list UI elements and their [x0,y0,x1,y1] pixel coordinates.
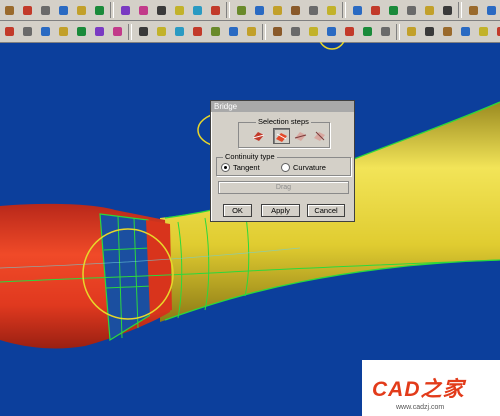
tangent-radio[interactable]: Tangent [221,163,260,172]
toolbar-tool-icon[interactable] [154,25,168,39]
toolbar-tool-icon[interactable] [270,25,284,39]
toolbar-tool-icon[interactable] [74,25,88,39]
toolbar-tool-icon[interactable] [440,25,454,39]
toolbar-tool-icon[interactable] [118,3,132,17]
toolbar-tool-icon[interactable] [440,3,454,17]
step-2-icon[interactable] [273,128,290,144]
second-toolbar [0,21,500,43]
highlight-circle-toolbar [319,42,345,50]
toolbar-tool-icon[interactable] [306,25,320,39]
toolbar-tool-icon[interactable] [422,3,436,17]
curvature-radio[interactable]: Curvature [281,163,326,172]
drag-button[interactable]: Drag [218,181,349,194]
toolbar-tool-icon[interactable] [270,3,284,17]
toolbar-tool-icon[interactable] [404,25,418,39]
toolbar-tool-icon[interactable] [208,25,222,39]
toolbar-tool-icon[interactable] [38,3,52,17]
toolbar-separator [110,2,114,18]
curvature-radio-dot[interactable] [281,163,290,172]
toolbar-tool-icon[interactable] [234,3,248,17]
toolbar-tool-icon[interactable] [244,25,258,39]
toolbar-separator [458,2,462,18]
toolbar-tool-icon[interactable] [56,25,70,39]
toolbar-tool-icon[interactable] [20,3,34,17]
toolbar-tool-icon[interactable] [136,3,150,17]
toolbar-tool-icon[interactable] [190,25,204,39]
toolbar-tool-icon[interactable] [404,3,418,17]
toolbar-tool-icon[interactable] [2,3,16,17]
bridge-dialog: Bridge Selection steps Continuity type T… [210,100,355,222]
selection-steps-group: Selection steps [238,117,330,148]
toolbar-tool-icon[interactable] [324,3,338,17]
toolbar-tool-icon[interactable] [136,25,150,39]
dialog-title: Bridge [211,101,354,112]
toolbar-tool-icon[interactable] [252,3,266,17]
toolbar-tool-icon[interactable] [190,3,204,17]
toolbar-tool-icon[interactable] [92,3,106,17]
toolbar-tool-icon[interactable] [368,3,382,17]
toolbar-tool-icon[interactable] [476,25,490,39]
toolbar-tool-icon[interactable] [20,25,34,39]
toolbar-tool-icon[interactable] [288,3,302,17]
toolbar-separator [396,23,400,40]
curvature-label: Curvature [293,163,326,172]
toolbar-tool-icon[interactable] [154,3,168,17]
toolbar-tool-icon[interactable] [74,3,88,17]
continuity-type-group: Continuity type Tangent Curvature [216,152,351,176]
cancel-button[interactable]: Cancel [307,204,345,217]
watermark: CAD之家 www.cadzj.com [362,360,500,416]
toolbar-separator [226,2,230,18]
tangent-radio-dot[interactable] [221,163,230,172]
toolbar-tool-icon[interactable] [208,3,222,17]
tangent-label: Tangent [233,163,260,172]
toolbar-tool-icon[interactable] [350,3,364,17]
top-toolbar [0,0,500,21]
toolbar-tool-icon[interactable] [458,25,472,39]
toolbar-tool-icon[interactable] [342,25,356,39]
step-1-icon[interactable] [251,128,266,142]
toolbar-tool-icon[interactable] [2,25,16,39]
toolbar-tool-icon[interactable] [484,3,498,17]
toolbar-tool-icon[interactable] [226,25,240,39]
toolbar-tool-icon[interactable] [172,3,186,17]
toolbar-tool-icon[interactable] [288,25,302,39]
watermark-logo: CAD之家 [372,378,465,401]
toolbar-tool-icon[interactable] [56,3,70,17]
toolbar-separator [342,2,346,18]
continuity-type-label: Continuity type [223,152,277,161]
toolbar-tool-icon[interactable] [110,25,124,39]
watermark-url: www.cadzj.com [396,404,445,411]
apply-button[interactable]: Apply [261,204,300,217]
step-4-icon[interactable] [312,128,327,142]
toolbar-tool-icon[interactable] [38,25,52,39]
toolbar-tool-icon[interactable] [386,3,400,17]
toolbar-separator [128,23,132,40]
toolbar-tool-icon[interactable] [466,3,480,17]
toolbar-tool-icon[interactable] [494,25,500,39]
toolbar-tool-icon[interactable] [306,3,320,17]
3d-viewport[interactable]: Bridge Selection steps Continuity type T… [0,42,500,416]
toolbar-tool-icon[interactable] [360,25,374,39]
toolbar-tool-icon[interactable] [172,25,186,39]
step-3-icon[interactable] [293,128,308,142]
toolbar-tool-icon[interactable] [324,25,338,39]
toolbar-tool-icon[interactable] [378,25,392,39]
ok-button[interactable]: OK [223,204,252,217]
selection-steps-label: Selection steps [256,117,311,126]
toolbar-tool-icon[interactable] [422,25,436,39]
toolbar-separator [262,23,266,40]
toolbar-tool-icon[interactable] [92,25,106,39]
